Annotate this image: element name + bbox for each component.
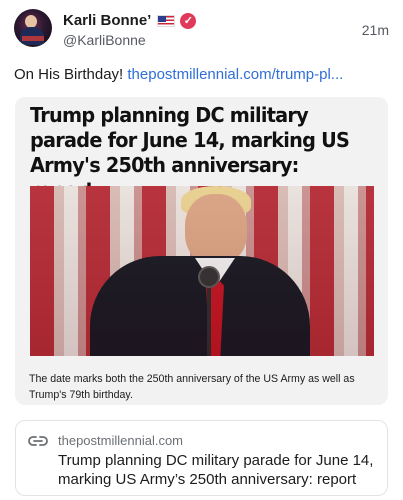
link-preview-card[interactable]: thepostmillennial.com Trump planning DC … xyxy=(15,420,388,496)
author-name[interactable]: Karli Bonne’ ✓ xyxy=(63,12,197,29)
article-image[interactable] xyxy=(30,186,374,356)
author-handle[interactable]: @KarliBonne xyxy=(63,32,146,48)
post-text-link[interactable]: thepostmillennial.com/trump-pl... xyxy=(127,66,343,83)
social-post: Karli Bonne’ ✓ @KarliBonne 21m On His Bi… xyxy=(0,0,403,500)
author-avatar[interactable] xyxy=(14,9,52,47)
post-timestamp[interactable]: 21m xyxy=(362,22,389,38)
verified-badge-icon: ✓ xyxy=(180,12,197,29)
us-flag-icon xyxy=(157,14,176,27)
link-icon xyxy=(28,436,48,446)
link-title: Trump planning DC military parade for Ju… xyxy=(58,452,374,488)
link-domain: thepostmillennial.com xyxy=(58,433,184,448)
post-text: On His Birthday! thepostmillennial.com/t… xyxy=(14,66,394,83)
media-card[interactable]: Trump planning DC military parade for Ju… xyxy=(15,97,388,405)
post-text-body: On His Birthday! xyxy=(14,66,128,83)
author-name-text[interactable]: Karli Bonne’ xyxy=(63,12,151,29)
image-caption: The date marks both the 250th anniversar… xyxy=(29,373,355,401)
